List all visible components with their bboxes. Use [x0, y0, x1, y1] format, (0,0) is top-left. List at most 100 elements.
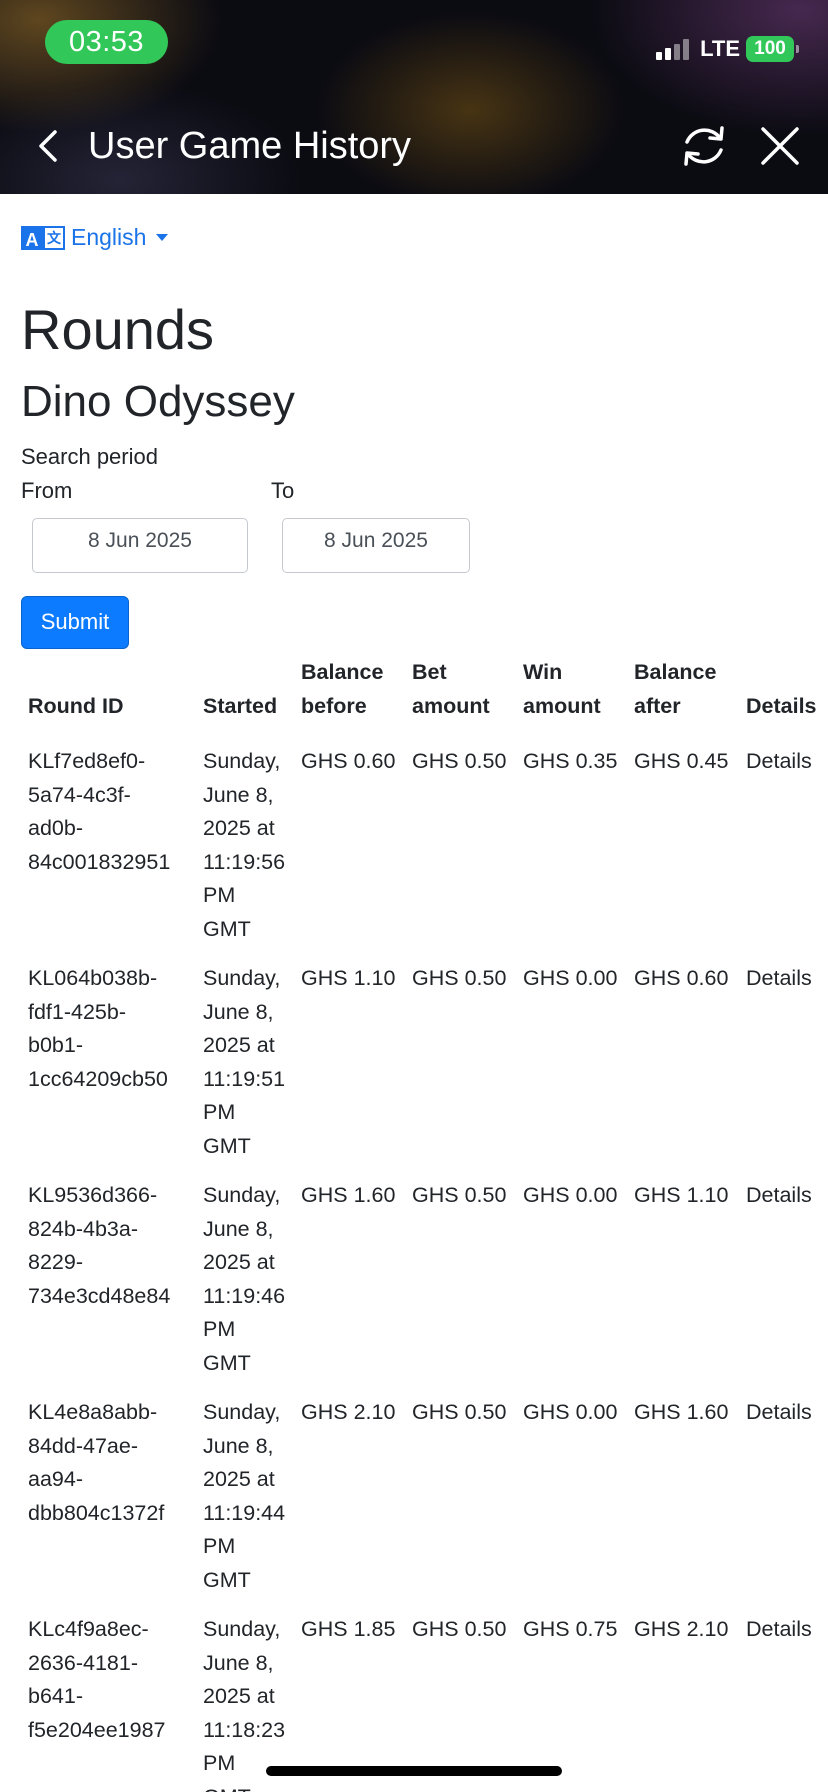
started-cell-line: GMT	[203, 1567, 251, 1592]
started-cell-line: Sunday,	[203, 1617, 281, 1641]
started-cell-line: June 8,	[203, 782, 274, 807]
col-details: Details	[746, 693, 817, 718]
bet-amount-cell: GHS 0.50	[412, 1400, 507, 1424]
started-cell-line: 11:19:51	[203, 1066, 286, 1091]
round-id-cell-line: 734e3cd48e84	[28, 1283, 171, 1308]
started-cell-line: Sunday,	[203, 966, 281, 990]
win-amount-cell: GHS 0.75	[523, 1617, 618, 1641]
round-id-cell-line: 824b-4b3a-	[28, 1216, 138, 1241]
round-id-cell: KLc4f9a8ec- 2636-4181- b641- f5e204ee1987	[21, 1605, 196, 1792]
details-link[interactable]: Details	[739, 1605, 824, 1792]
round-id-cell: KLf7ed8ef0- 5a74-4c3f-ad0b- 84c001832951	[21, 737, 196, 954]
started-cell-line: GMT	[203, 1781, 287, 1792]
round-id-cell-line: b641-	[28, 1684, 83, 1708]
started-cell: Sunday, June 8, 2025 at 11:19:46 PM GMT	[196, 1171, 294, 1388]
bet-amount-cell: GHS 0.50	[412, 966, 507, 990]
network-label: LTE	[700, 36, 740, 61]
refresh-icon	[684, 126, 724, 166]
round-id-cell-line: 5a74-4c3f-	[28, 782, 131, 807]
table-row: KL9536d366- 824b-4b3a- 8229- 734e3cd48e84 Su…	[21, 1171, 824, 1388]
round-id-cell-line: ad0b-	[28, 816, 83, 840]
balance-before-cell: GHS 0.60	[301, 749, 396, 773]
refresh-button[interactable]	[678, 120, 730, 172]
col-win-amount: Win amount	[523, 660, 601, 718]
search-period-label: Search period	[21, 444, 158, 469]
started-cell-line: GMT	[203, 1133, 251, 1158]
round-id-cell-line: KL064b038b-	[28, 966, 158, 990]
table-header-row: Round ID Started Balance before Bet amou…	[21, 654, 824, 737]
balance-before-cell: GHS 1.10	[301, 966, 396, 990]
from-date-input[interactable]: 8 Jun 2025	[32, 518, 248, 573]
details-link[interactable]: Details	[739, 737, 824, 954]
col-balance-before: Balance before	[301, 660, 384, 718]
balance-after-cell: GHS 1.60	[634, 1400, 729, 1424]
chevron-left-icon	[39, 130, 57, 162]
round-id-cell: KL4e8a8abb- 84dd-47ae-aa94- dbb804c1372f	[21, 1388, 196, 1605]
rounds-table: Round ID Started Balance before Bet amou…	[21, 654, 824, 1792]
from-label: From	[21, 478, 73, 503]
win-amount-cell: GHS 0.00	[523, 966, 618, 990]
started-cell: Sunday, June 8, 2025 at 11:19:44 PM GMT	[196, 1388, 294, 1605]
started-cell-line: 2025 at	[203, 1250, 275, 1274]
round-id-cell-line: 84dd-47ae-	[28, 1433, 138, 1458]
table-row: KL064b038b-fdf1-425b-b0b1- 1cc64209cb50 Su…	[21, 954, 824, 1171]
status-indicators: LTE 100	[656, 34, 799, 64]
bet-amount-cell: GHS 0.50	[412, 749, 507, 773]
balance-after-cell: GHS 0.60	[634, 966, 729, 990]
details-link[interactable]: Details	[739, 1388, 824, 1605]
round-id-cell-line: KLc4f9a8ec-	[28, 1617, 149, 1641]
balance-before-cell: GHS 1.60	[301, 1183, 396, 1207]
col-bet-amount: Bet amount	[412, 660, 490, 718]
caret-down-icon	[156, 234, 169, 241]
started-cell-line: 11:18:23	[203, 1717, 286, 1742]
started-cell-line: 11:19:44	[203, 1500, 286, 1525]
table-row: KLf7ed8ef0- 5a74-4c3f-ad0b- 84c001832951 Su…	[21, 737, 824, 954]
round-id-cell-line: f5e204ee1987	[28, 1717, 166, 1742]
started-cell-line: 2025 at	[203, 1467, 275, 1491]
language-label: English	[71, 224, 147, 250]
round-id-cell-line: 2636-4181-	[28, 1650, 138, 1675]
back-button[interactable]	[34, 124, 64, 168]
started-cell: Sunday, June 8, 2025 at 11:19:51 PM GMT	[196, 954, 294, 1171]
to-date-input[interactable]: 8 Jun 2025	[282, 518, 470, 573]
language-selector[interactable]: A文 English	[21, 224, 169, 251]
round-id-cell: KL9536d366- 824b-4b3a- 8229- 734e3cd48e84	[21, 1171, 196, 1388]
started-cell-line: PM	[203, 1534, 236, 1558]
round-id-cell-line: fdf1-425b-	[28, 999, 127, 1024]
win-amount-cell: GHS 0.00	[523, 1400, 618, 1424]
col-balance-after: Balance after	[634, 660, 717, 718]
bet-amount-cell: GHS 0.50	[412, 1617, 507, 1641]
round-id-cell-line: 8229-	[28, 1250, 83, 1274]
started-cell-line: 11:19:56	[203, 849, 286, 874]
table-row: KLc4f9a8ec- 2636-4181- b641- f5e204ee1987 Su…	[21, 1605, 824, 1792]
started-cell-line: Sunday,	[203, 1400, 281, 1424]
balance-after-cell: GHS 2.10	[634, 1617, 729, 1641]
started-cell-line: PM	[203, 1100, 236, 1124]
round-id-cell-line: 1cc64209cb50	[28, 1066, 168, 1091]
win-amount-cell: GHS 0.35	[523, 749, 618, 773]
started-cell-line: June 8,	[203, 999, 274, 1024]
started-cell-line: 2025 at	[203, 1684, 275, 1708]
submit-button[interactable]: Submit	[21, 596, 129, 649]
balance-after-cell: GHS 0.45	[634, 749, 729, 773]
close-button[interactable]	[758, 124, 802, 168]
close-icon	[761, 127, 799, 165]
round-id-cell-line: dbb804c1372f	[28, 1500, 165, 1525]
round-id-cell-line: KLf7ed8ef0-	[28, 749, 146, 773]
table-row: KL4e8a8abb- 84dd-47ae-aa94- dbb804c1372f Su…	[21, 1388, 824, 1605]
started-cell-line: PM	[203, 883, 236, 907]
col-round-id: Round ID	[28, 693, 124, 718]
game-title: Dino Odyssey	[21, 377, 295, 426]
home-indicator	[266, 1766, 562, 1776]
header-title: User Game History	[88, 125, 412, 167]
translate-icon: A文	[21, 225, 65, 250]
started-cell-line: Sunday,	[203, 1183, 281, 1207]
app-header: 03:53 LTE 100 User Game History	[0, 0, 828, 194]
details-link[interactable]: Details	[739, 1171, 824, 1388]
details-link[interactable]: Details	[739, 954, 824, 1171]
started-cell-line: Sunday,	[203, 749, 281, 773]
started-cell-line: 2025 at	[203, 1033, 275, 1057]
balance-before-cell: GHS 2.10	[301, 1400, 396, 1424]
started-cell-line: GMT	[203, 916, 251, 941]
started-cell-line: GMT	[203, 1350, 251, 1375]
